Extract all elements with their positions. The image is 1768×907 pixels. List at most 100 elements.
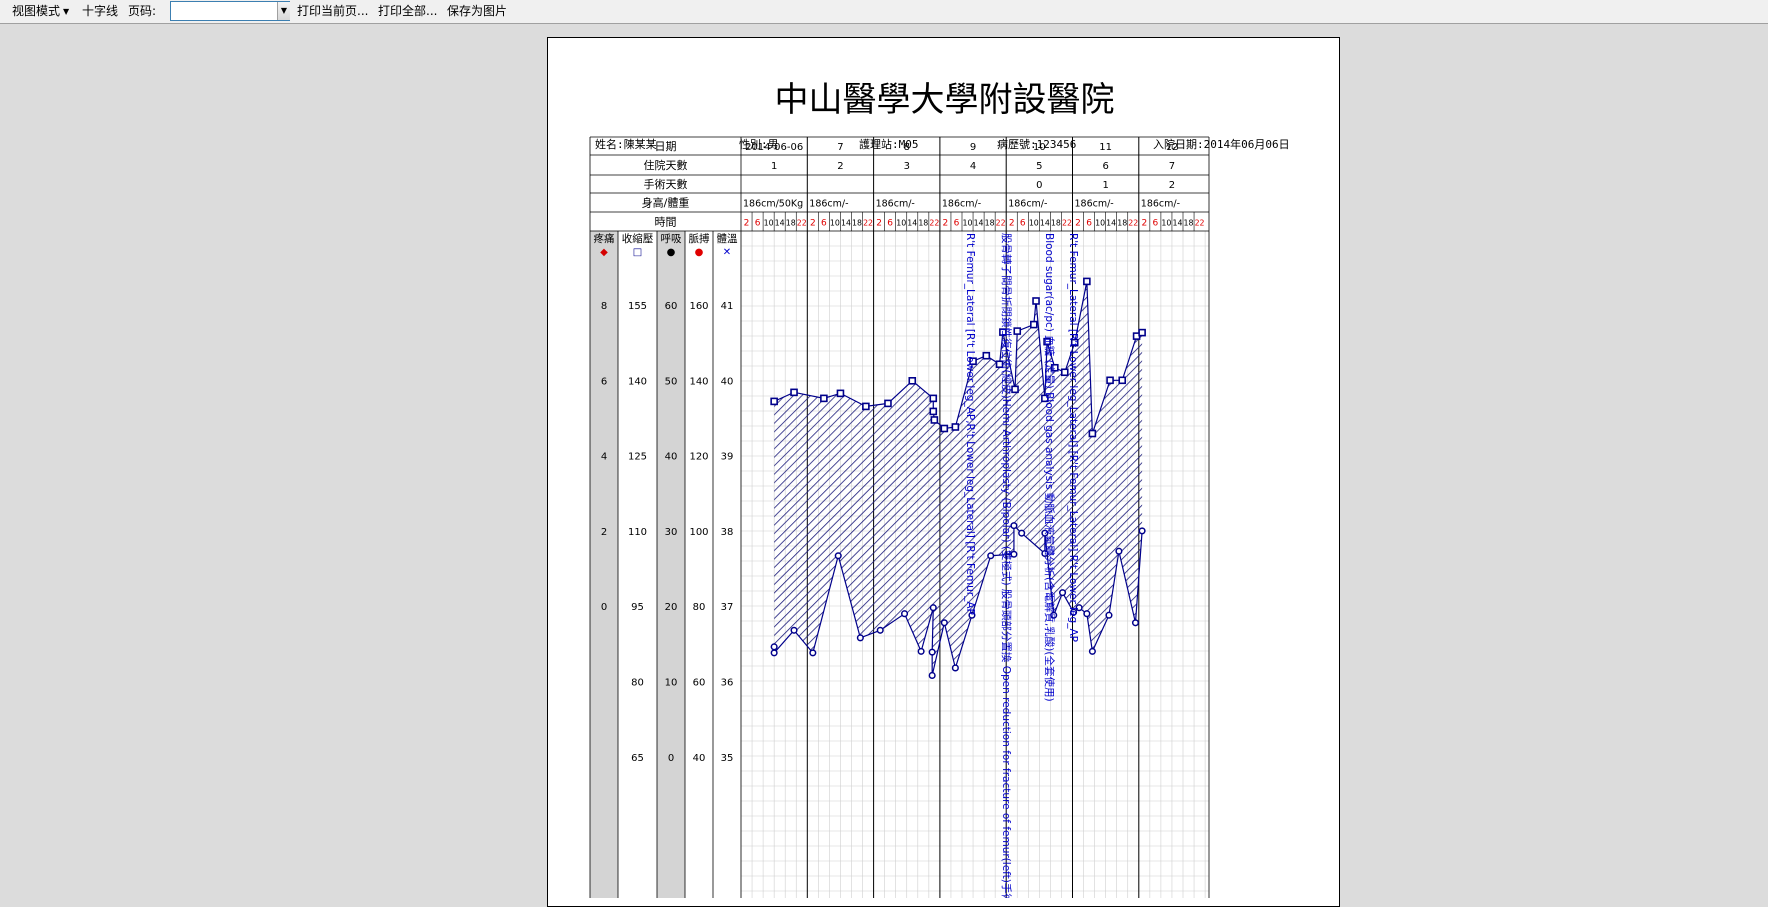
page-number-input[interactable]: [170, 1, 290, 21]
scale-symbol-icon: ●: [695, 247, 704, 258]
hour-label: 6: [1153, 219, 1159, 229]
hour-label: 22: [1062, 219, 1072, 228]
stay-day-cell: 3: [904, 161, 910, 172]
hour-label: 18: [786, 219, 796, 228]
scale-tick-label: 4: [601, 452, 607, 463]
crosshair-button[interactable]: 十字线: [82, 4, 118, 18]
row-label: 日期: [655, 140, 677, 153]
row-label: 住院天數: [644, 158, 688, 172]
respiration-point: [790, 626, 798, 634]
hour-label: 22: [1195, 219, 1205, 228]
scale-header-5: 體溫: [717, 233, 738, 245]
systolic-point: [940, 424, 949, 433]
scale-tick-label: 95: [631, 602, 644, 613]
systolic-point: [770, 397, 778, 406]
row-label: 身高/體重: [642, 196, 690, 210]
event-annotation: Blood sugar(ac/pc) 血糖 (定量) Blood gas ana…: [1043, 233, 1056, 702]
hour-label: 14: [775, 219, 785, 228]
respiration-point: [1131, 619, 1140, 627]
stay-day-cell: 2: [837, 161, 843, 172]
date-cell: 10: [1033, 142, 1046, 153]
systolic-point: [1030, 320, 1038, 329]
event-annotation: R't Femur_Lateral [R't Lower leg_Lateral…: [1067, 233, 1079, 642]
scale-tick-label: 140: [689, 376, 708, 387]
systolic-point: [1106, 376, 1114, 385]
hour-label: 2: [943, 219, 949, 229]
toolbar: 视图模式 ▼ 十字线 页码: ▼ 打印当前页... 打印全部... 保存为图片: [0, 0, 1768, 24]
respiration-point: [1115, 547, 1123, 555]
systolic-point: [930, 416, 939, 424]
hour-label: 14: [841, 219, 851, 228]
scale-tick-label: 41: [721, 301, 734, 312]
scale-tick-label: 35: [721, 753, 734, 764]
page-dropdown-arrow-icon[interactable]: ▼: [277, 2, 290, 20]
scale-tick-label: 40: [721, 376, 734, 387]
hour-label: 6: [1020, 219, 1026, 229]
systolic-point: [1060, 368, 1069, 377]
systolic-point: [1083, 277, 1091, 286]
systolic-point: [862, 402, 870, 411]
print-current-page-button[interactable]: 打印当前页...: [297, 4, 368, 18]
scale-symbol-icon: ●: [667, 247, 676, 258]
page-number-label: 页码:: [128, 4, 157, 18]
scale-tick-label: 120: [689, 452, 708, 463]
scale-column-bg: [685, 231, 713, 898]
scale-tick-label: 140: [628, 376, 647, 387]
date-cell: 8: [904, 142, 910, 153]
respiration-point: [987, 552, 995, 560]
scale-tick-label: 38: [721, 527, 734, 538]
view-mode-dropdown[interactable]: 视图模式 ▼: [12, 4, 69, 19]
hour-label: 22: [863, 219, 873, 228]
scale-symbol-icon: □: [633, 247, 642, 258]
hour-label: 6: [755, 219, 761, 229]
stay-day-cell: 1: [771, 161, 777, 172]
stay-day-cell: 6: [1102, 161, 1108, 172]
hour-label: 10: [1095, 219, 1105, 228]
print-all-button[interactable]: 打印全部...: [378, 4, 437, 18]
hour-label: 10: [1161, 219, 1171, 228]
hour-label: 18: [918, 219, 928, 228]
scale-tick-label: 155: [628, 301, 647, 312]
scale-tick-label: 20: [665, 602, 678, 613]
hour-label: 18: [852, 219, 862, 228]
hour-label: 10: [896, 219, 906, 228]
scale-tick-label: 37: [721, 602, 734, 613]
hour-label: 14: [974, 219, 984, 228]
save-as-image-button[interactable]: 保存为图片: [447, 4, 507, 18]
systolic-point: [836, 389, 845, 398]
scale-header-4: 脈搏: [689, 232, 710, 245]
view-mode-label: 视图模式: [12, 4, 61, 18]
scale-tick-label: 125: [628, 452, 647, 463]
respiration-point: [770, 643, 778, 651]
hour-label: 10: [1029, 219, 1039, 228]
hour-label: 14: [907, 219, 917, 228]
chevron-down-icon: ▼: [63, 7, 70, 16]
hour-label: 2: [1141, 219, 1147, 229]
systolic-point: [929, 407, 938, 416]
respiration-point: [834, 552, 842, 560]
date-cell: 2014-06-06: [745, 142, 803, 153]
scale-tick-label: 40: [693, 753, 706, 764]
scale-tick-label: 80: [693, 602, 706, 613]
scale-column-bg: [713, 231, 741, 898]
respiration-point: [770, 649, 778, 657]
height-weight-cell: 186cm/-: [809, 199, 848, 210]
hour-label: 22: [996, 219, 1006, 228]
scale-tick-label: 2: [601, 527, 607, 538]
hour-label: 6: [954, 219, 960, 229]
respiration-point: [929, 604, 937, 612]
surgery-day-cell: 1: [1102, 180, 1108, 191]
systolic-point: [884, 399, 892, 408]
hour-label: 6: [1086, 219, 1092, 229]
row-label: 時間: [655, 216, 677, 229]
systolic-point: [790, 388, 798, 397]
vital-signs-chart: 日期住院天數手術天數身高/體重時間2014-06-061186cm/50Kg2 6…: [589, 136, 1210, 898]
hour-label: 14: [1106, 219, 1116, 228]
hour-label: 10: [764, 219, 774, 228]
date-cell: 12: [1166, 142, 1179, 153]
surgery-day-cell: 2: [1169, 180, 1175, 191]
height-weight-cell: 186cm/-: [1008, 199, 1047, 210]
scale-tick-label: 110: [628, 527, 647, 538]
scale-tick-label: 36: [721, 678, 734, 689]
respiration-point: [1105, 611, 1113, 619]
